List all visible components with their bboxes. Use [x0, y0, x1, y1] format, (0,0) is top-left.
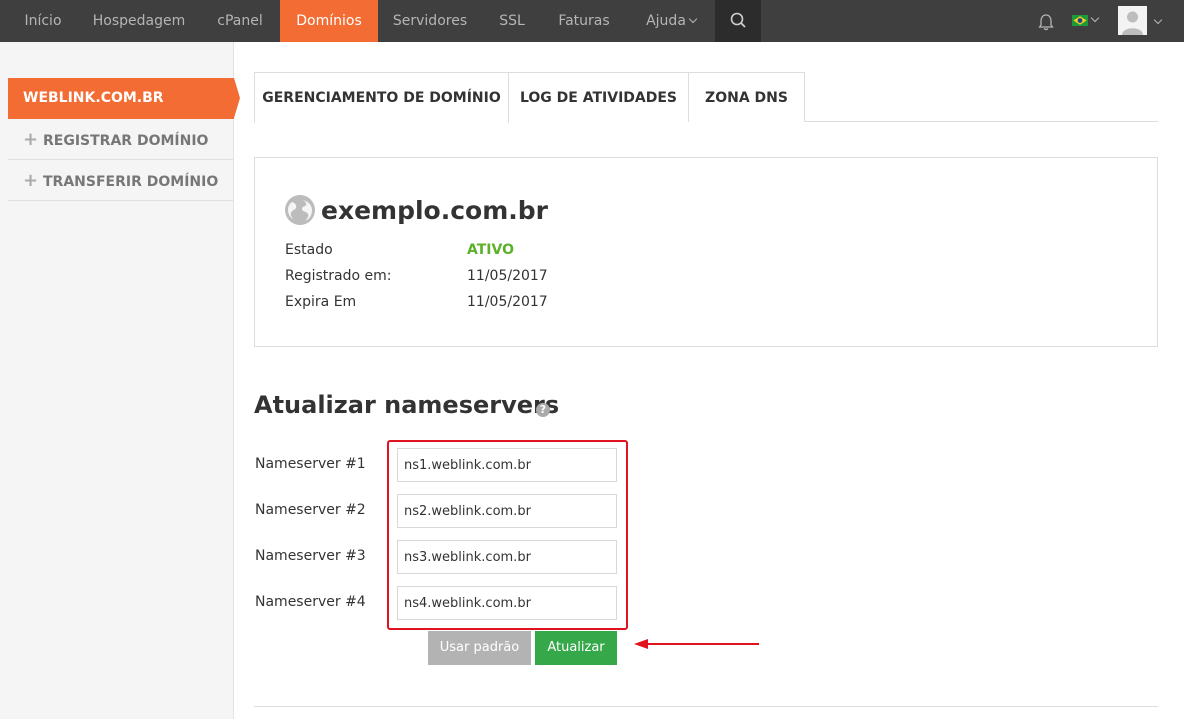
update-button[interactable]: Atualizar [535, 631, 617, 665]
tab-zona-dns[interactable]: ZONA DNS [688, 72, 805, 122]
chevron-down-icon [1090, 13, 1100, 23]
nameserver-label: Nameserver #1 [255, 456, 366, 472]
sidebar-item-label: TRANSFERIR DOMÍNIO [43, 174, 219, 190]
search-button[interactable] [715, 0, 761, 42]
field-label: Expira Em [285, 294, 357, 310]
tab-bar: GERENCIAMENTO DE DOMÍNIO LOG DE ATIVIDAD… [254, 72, 1158, 123]
sidebar-item-label: REGISTRAR DOMÍNIO [43, 133, 209, 149]
nav-item-cpanel[interactable]: cPanel [206, 0, 274, 42]
nameserver-label: Nameserver #2 [255, 502, 366, 518]
plus-icon: + [23, 170, 39, 191]
use-default-button[interactable]: Usar padrão [428, 631, 531, 665]
tab-log-atividades[interactable]: LOG DE ATIVIDADES [508, 72, 689, 122]
registered-date: 11/05/2017 [467, 268, 548, 284]
help-icon[interactable]: ? [536, 403, 550, 417]
field-label: Registrado em: [285, 268, 392, 284]
top-navigation: Início Hospedagem cPanel Domínios Servid… [0, 0, 1184, 42]
divider [254, 706, 1158, 707]
nav-item-hospedagem[interactable]: Hospedagem [84, 0, 194, 42]
highlight-box [387, 440, 628, 630]
nav-item-servidores[interactable]: Servidores [384, 0, 476, 42]
language-selector[interactable] [1072, 13, 1106, 28]
domain-name: exemplo.com.br [321, 196, 548, 225]
sidebar-item-registrar[interactable]: + REGISTRAR DOMÍNIO [8, 119, 233, 160]
tab-gerenciamento[interactable]: GERENCIAMENTO DE DOMÍNIO [254, 72, 509, 123]
status-value: ATIVO [467, 242, 514, 258]
bell-icon[interactable] [1036, 12, 1056, 32]
nav-item-faturas[interactable]: Faturas [550, 0, 618, 42]
expiry-date: 11/05/2017 [467, 294, 548, 310]
sidebar: WEBLINK.COM.BR + REGISTRAR DOMÍNIO + TRANS… [0, 42, 240, 719]
search-icon [730, 12, 746, 28]
domain-info-card: exemplo.com.br Estado ATIVO Registrado e… [254, 157, 1158, 347]
arrow-annotation-icon [634, 639, 759, 649]
nameserver-label: Nameserver #3 [255, 548, 366, 564]
section-title: Atualizar nameservers [254, 391, 560, 419]
nav-item-ajuda[interactable]: Ajuda [636, 0, 706, 42]
nameserver-label: Nameserver #4 [255, 594, 366, 610]
avatar[interactable] [1118, 6, 1147, 35]
field-label: Estado [285, 242, 333, 258]
nav-item-inicio[interactable]: Início [12, 0, 74, 42]
nav-item-ajuda-label: Ajuda [646, 13, 686, 29]
plus-icon: + [23, 129, 39, 150]
nav-item-dominios[interactable]: Domínios [280, 0, 378, 42]
avatar-icon [1118, 6, 1147, 35]
sidebar-item-transferir[interactable]: + TRANSFERIR DOMÍNIO [8, 160, 233, 201]
brazil-flag-icon [1072, 15, 1088, 26]
sidebar-item-weblink[interactable]: WEBLINK.COM.BR [8, 78, 240, 119]
chevron-down-icon[interactable] [1153, 15, 1163, 25]
globe-icon [285, 195, 315, 225]
nav-item-ssl[interactable]: SSL [490, 0, 534, 42]
chevron-down-icon [688, 14, 698, 24]
